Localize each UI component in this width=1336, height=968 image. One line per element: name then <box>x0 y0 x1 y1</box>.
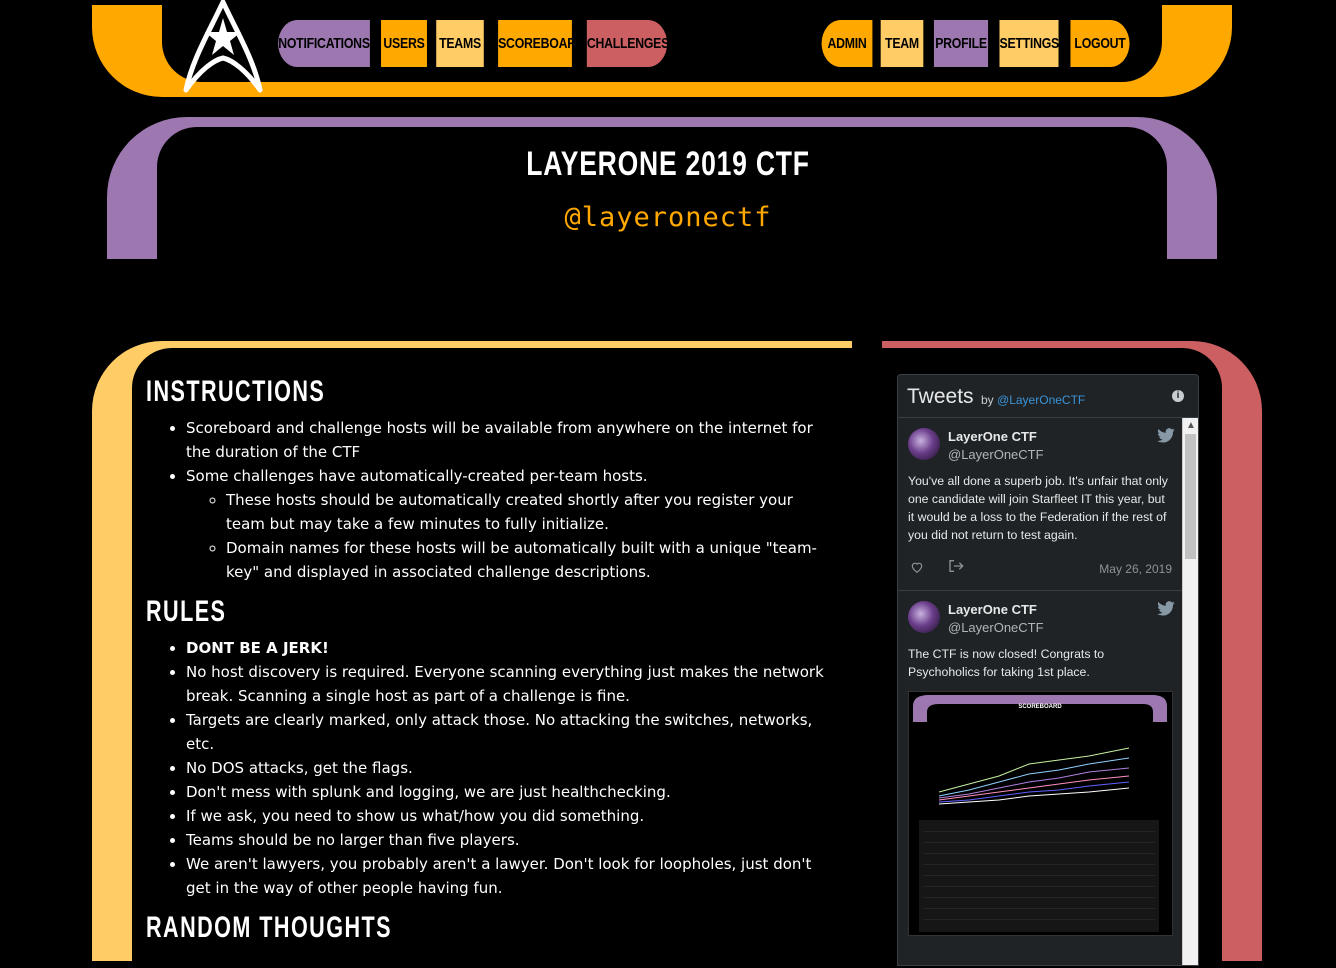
list-item: We aren't lawyers, you probably aren't a… <box>186 852 836 900</box>
list-item: Some challenges have automatically-creat… <box>186 464 836 584</box>
list-item: DONT BE A JERK! <box>186 636 836 660</box>
tweet-text: The CTF is now closed! Congrats to Psych… <box>908 647 1105 679</box>
list-item: No host discovery is required. Everyone … <box>186 660 836 708</box>
rules-heading: RULES <box>146 595 227 628</box>
tweet[interactable]: LayerOne CTF @LayerOneCTF You've all don… <box>898 418 1198 591</box>
tweet-author-name[interactable]: LayerOne CTF <box>948 602 1037 617</box>
timeline-title: Tweets <box>907 385 974 408</box>
nav-scoreboard-button[interactable]: SCOREBOARD <box>498 20 585 67</box>
nav-users-button[interactable]: USERS <box>381 20 427 67</box>
twitter-timeline[interactable]: Tweets by @LayerOneCTF i LayerOne CTF @L… <box>897 374 1199 966</box>
main-content: INSTRUCTIONS Scoreboard and challenge ho… <box>146 374 836 946</box>
list-item: Don't mess with splunk and logging, we a… <box>186 780 836 804</box>
nav-admin-button[interactable]: ADMIN <box>821 20 873 67</box>
tweet-author-handle[interactable]: @LayerOneCTF <box>948 447 1044 462</box>
timeline-by: by @LayerOneCTF <box>981 393 1085 407</box>
instructions-list: Scoreboard and challenge hosts will be a… <box>146 416 836 584</box>
list-item-text: Some challenges have automatically-creat… <box>186 467 648 485</box>
list-subitem: Domain names for these hosts will be aut… <box>226 536 836 584</box>
nav-settings-button[interactable]: SETTINGS <box>999 20 1059 67</box>
list-item: If we ask, you need to show us what/how … <box>186 804 836 828</box>
info-icon[interactable]: i <box>1172 390 1184 402</box>
list-subitem: These hosts should be automatically crea… <box>226 488 836 536</box>
avatar[interactable] <box>908 601 940 633</box>
nav-team-button[interactable]: TEAM <box>880 20 924 67</box>
nav-logout-button[interactable]: LOGOUT <box>1070 20 1130 67</box>
scrollbar-thumb[interactable] <box>1185 434 1196 559</box>
tweet-date[interactable]: May 26, 2019 <box>1099 562 1172 576</box>
instructions-heading: INSTRUCTIONS <box>146 375 326 408</box>
avatar[interactable] <box>908 428 940 460</box>
tweet-author-name[interactable]: LayerOne CTF <box>948 429 1037 444</box>
list-item: Targets are clearly marked, only attack … <box>186 708 836 756</box>
starfleet-logo[interactable] <box>180 0 266 96</box>
scoreboard-thumbnail: SCOREBOARD <box>913 695 1167 932</box>
tweet-author-handle[interactable]: @LayerOneCTF <box>948 620 1044 635</box>
nav-notifications-button[interactable]: NOTIFICATIONS <box>278 20 370 67</box>
thumbnail-title: SCOREBOARD <box>1018 704 1062 710</box>
tweet-image-scoreboard[interactable]: SCOREBOARD <box>908 691 1173 936</box>
rule-bold: DONT BE A JERK! <box>186 639 329 657</box>
timeline-account-link[interactable]: @LayerOneCTF <box>997 393 1085 407</box>
like-icon[interactable] <box>910 560 924 574</box>
list-item: No DOS attacks, get the flags. <box>186 756 836 780</box>
nav-challenges-button[interactable]: CHALLENGES <box>586 20 669 67</box>
scroll-up-icon[interactable]: ▲ <box>1186 420 1196 431</box>
random-thoughts-heading: RANDOM THOUGHTS <box>146 911 392 944</box>
twitter-handle: @layeronectf <box>564 202 772 233</box>
nav-teams-button[interactable]: TEAMS <box>436 20 484 67</box>
list-item: Scoreboard and challenge hosts will be a… <box>186 416 836 464</box>
share-icon[interactable] <box>948 559 964 573</box>
twitter-bird-icon[interactable] <box>1156 601 1176 617</box>
by-label: by <box>981 393 994 407</box>
tweet-text: You've all done a superb job. It's unfai… <box>908 474 1168 542</box>
twitter-bird-icon[interactable] <box>1156 428 1176 444</box>
timeline-header: Tweets by @LayerOneCTF i <box>898 375 1198 418</box>
tweet[interactable]: LayerOne CTF @LayerOneCTF The CTF is now… <box>898 591 1198 965</box>
nav-profile-button[interactable]: PROFILE <box>933 20 989 67</box>
page-title: LAYERONE 2019 CTF <box>526 145 810 183</box>
rules-list: DONT BE A JERK! No host discovery is req… <box>146 636 836 900</box>
timeline-scrollbar[interactable]: ▲ <box>1182 418 1198 965</box>
list-item: Teams should be no larger than five play… <box>186 828 836 852</box>
